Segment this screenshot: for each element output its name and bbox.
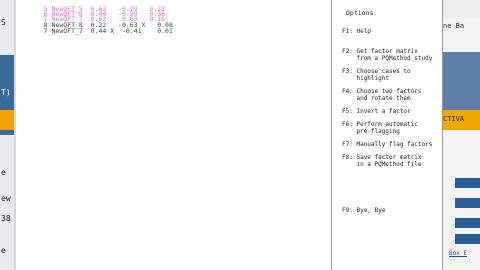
option-key: F1: (342, 28, 353, 35)
option-key: F4: (342, 88, 353, 95)
option-key: F3: (342, 68, 353, 75)
option-label: Manually flag factors (356, 141, 433, 148)
option-label: Get factor matrix from a PQMethod study (356, 48, 433, 62)
right-top-text: ne Ba (443, 22, 465, 30)
option-save-matrix[interactable]: F8: Save factor matrix in a PQMethod fil… (342, 154, 422, 168)
option-label: Save factor matrix in a PQMethod file (356, 154, 422, 168)
option-get-factor-matrix[interactable]: F2: Get factor matrix from a PQMethod st… (342, 48, 432, 62)
option-label: Choose two factors and rotate them (356, 88, 422, 102)
left-text-4: ew (1, 194, 11, 203)
right-link[interactable]: Box E (449, 250, 467, 257)
left-text-6: e (1, 246, 6, 255)
background-window-right: ne Ba CTIVA Box E (443, 0, 480, 270)
option-label: Choose cases to highlight (356, 68, 411, 82)
right-nav-bar-1[interactable] (455, 178, 480, 188)
option-key: F9: (342, 207, 353, 214)
option-key: F5: (342, 108, 353, 115)
option-key: F6: (342, 121, 353, 128)
right-top-bar (443, 0, 480, 18)
right-orange-text: CTIVA (443, 115, 465, 123)
options-title: Options (346, 9, 374, 17)
factor-row[interactable]: 7 NewQFT_7 0.44 X -0.41 0.01 (28, 22, 173, 40)
option-key: F2: (342, 48, 353, 55)
right-nav-bar-4[interactable] (455, 234, 480, 244)
option-label: Bye, Bye (356, 207, 386, 214)
row-number: 7 (43, 27, 48, 35)
row-value-2: -0.41 (121, 27, 142, 35)
left-text-1: S (1, 18, 6, 27)
options-panel: Options F1: Help F2: Get factor matrix f… (331, 0, 443, 270)
left-text-3: e (1, 168, 6, 177)
option-rotate-factors[interactable]: F4: Choose two factors and rotate them (342, 88, 422, 102)
option-pre-flagging[interactable]: F6: Perform automatic pre-flagging (342, 121, 418, 135)
row-value-3: 0.01 (157, 27, 173, 35)
option-manual-flag[interactable]: F7: Manually flag factors (342, 141, 432, 148)
right-nav-bar-2[interactable] (455, 198, 480, 208)
console-main-area: 5 NewQFT_5 0.63 -0.79 0.22 6 NewQFT_6 0.… (16, 0, 331, 270)
left-text-5: 38 (1, 214, 11, 223)
left-text-2: T) (1, 88, 11, 97)
option-help[interactable]: F1: Help (342, 28, 371, 35)
option-invert-factor[interactable]: F5: Invert a factor (342, 108, 411, 115)
option-bye[interactable]: F9: Bye, Bye (342, 207, 385, 214)
row-value-1: 0.44 X (90, 27, 115, 35)
option-label: Perform automatic pre-flagging (356, 121, 418, 135)
option-label: Invert a factor (356, 108, 411, 115)
option-label: Help (356, 28, 371, 35)
option-choose-cases[interactable]: F3: Choose cases to highlight (342, 68, 411, 82)
left-orange-bar (0, 110, 14, 130)
option-key: F8: (342, 154, 353, 161)
background-window-left: S T) e ew 38 e (0, 0, 14, 270)
option-key: F7: (342, 141, 353, 148)
row-name: NewQFT_7 (51, 27, 83, 35)
right-banner (443, 52, 480, 110)
right-nav-bar-3[interactable] (455, 218, 480, 228)
